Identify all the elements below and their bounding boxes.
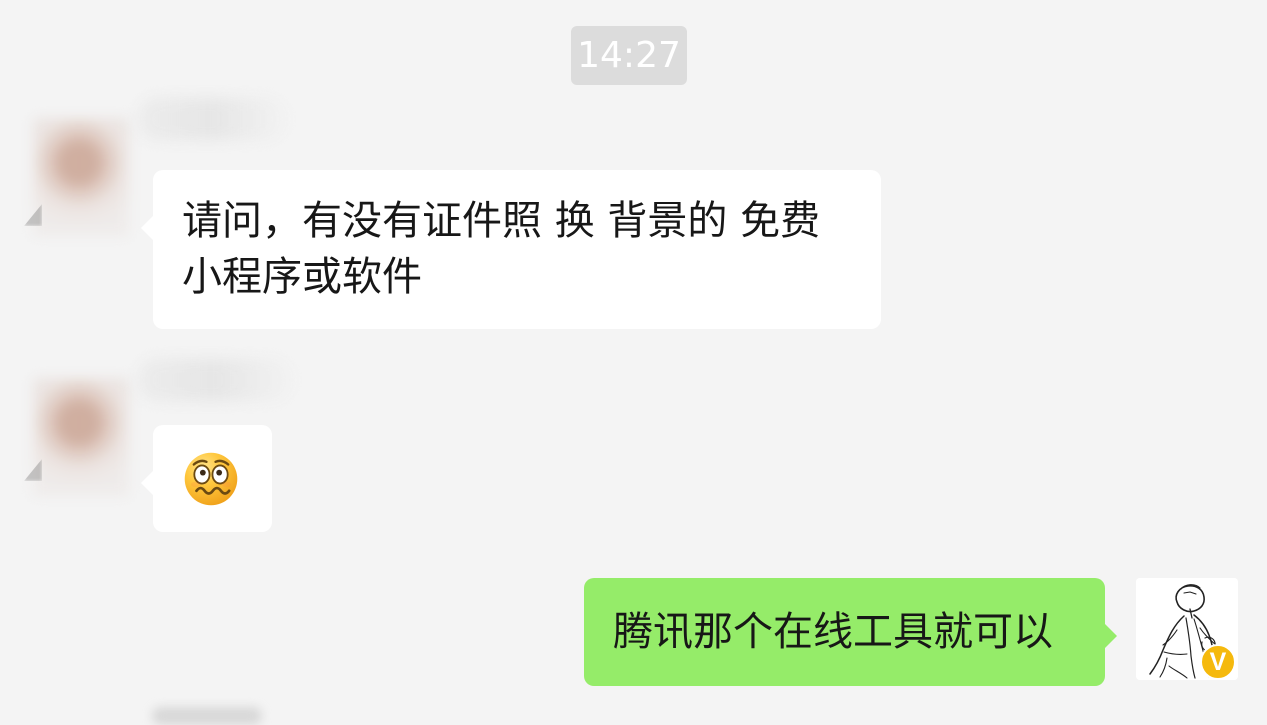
outgoing-message-bubble[interactable]: 腾讯那个在线工具就可以 [584,578,1117,686]
incoming-emoji-bubble[interactable] [141,425,272,532]
outgoing-message-text: 腾讯那个在线工具就可以 [613,609,1053,655]
incoming-name-second [138,359,292,401]
incoming-message-text: 请问，有没有证件照 换 背景的 免费小程序或软件 [182,198,821,300]
incoming-avatar-top[interactable] [33,118,129,236]
incoming-message-bubble[interactable]: 请问，有没有证件照 换 背景的 免费小程序或软件 [141,170,881,329]
partial-name-blur [152,707,262,725]
woozy-face-icon [184,452,238,506]
chat-window: 14:27 请问，有没有证件照 换 背景的 免费小程序或软件 腾讯那个在线工具就… [0,0,1267,725]
incoming-name-top [138,98,286,140]
incoming-avatar-second[interactable] [33,378,129,496]
message-timestamp: 14:27 [571,26,687,85]
v-badge-icon: V [1200,644,1236,680]
